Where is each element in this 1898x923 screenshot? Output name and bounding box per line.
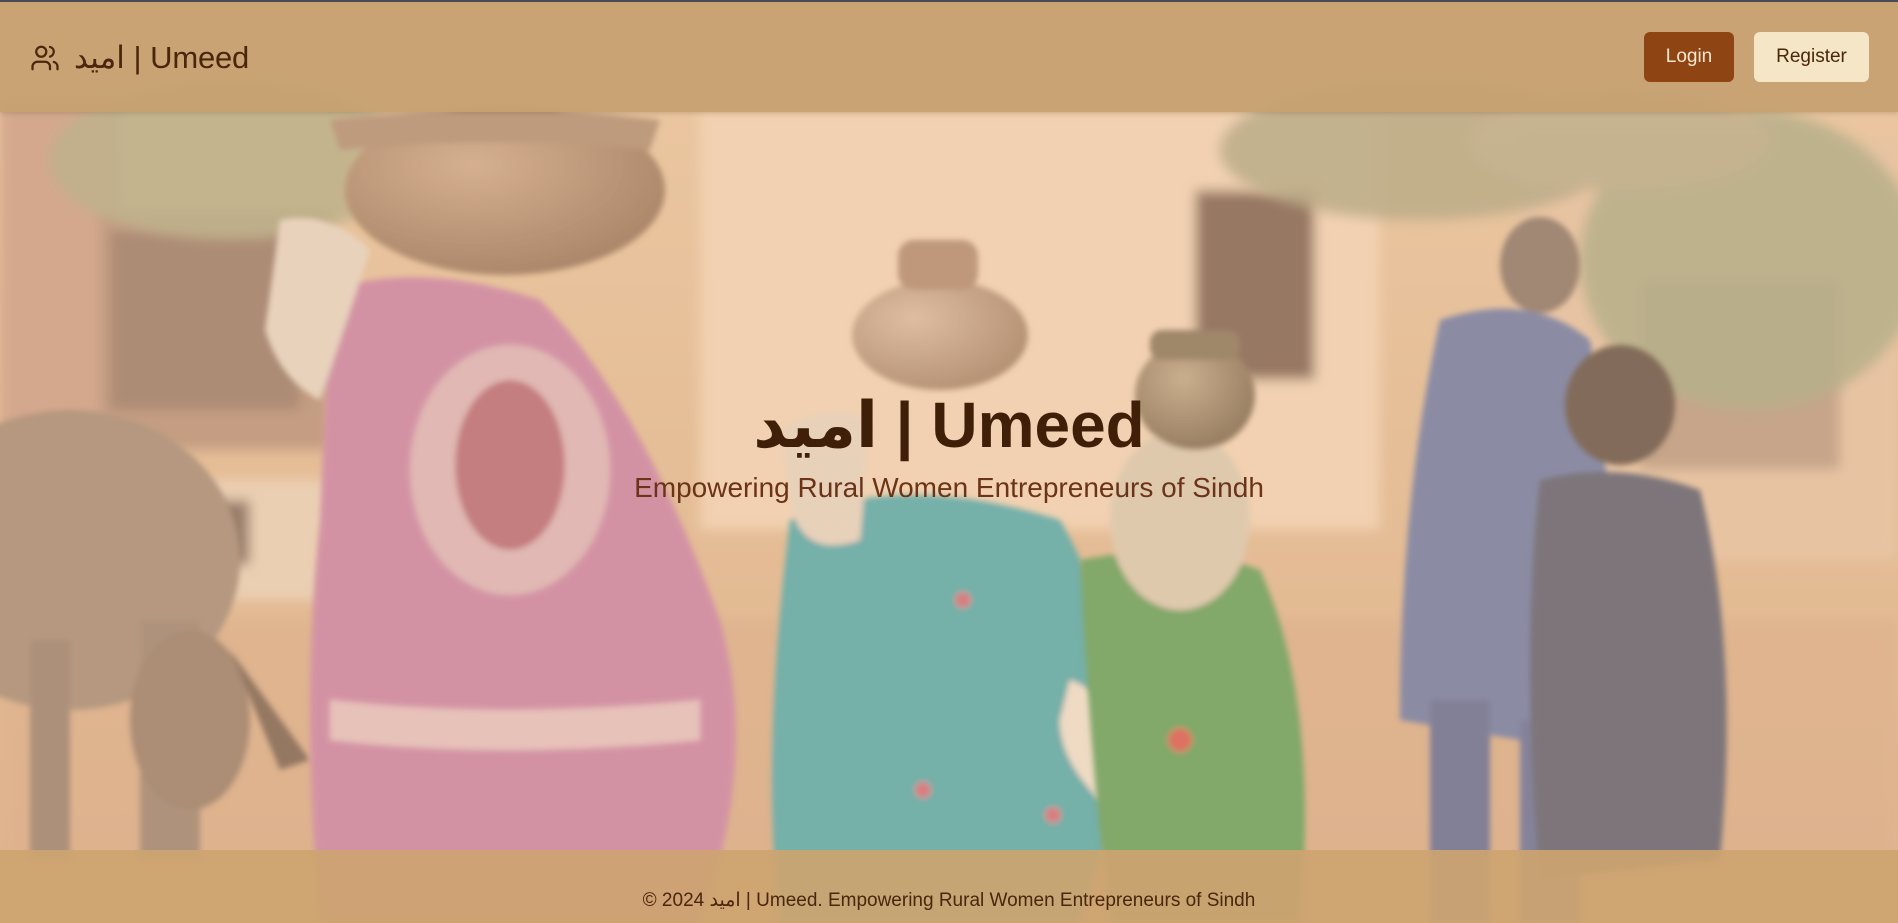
users-icon: [30, 43, 60, 73]
register-button[interactable]: Register: [1754, 32, 1869, 82]
brand-name: امید | Umeed: [74, 40, 250, 75]
hero-title: امید | Umeed: [753, 389, 1145, 461]
top-border: [0, 0, 1898, 2]
hero-section: امید | Umeed Empowering Rural Women Entr…: [0, 112, 1898, 850]
login-button[interactable]: Login: [1644, 32, 1734, 82]
footer-copyright: © 2024 امید | Umeed. Empowering Rural Wo…: [642, 890, 1256, 911]
brand-logo-link[interactable]: امید | Umeed: [30, 38, 249, 78]
site-header: امید | Umeed Login Register: [0, 2, 1898, 112]
hero-subtitle: Empowering Rural Women Entrepreneurs of …: [634, 472, 1264, 503]
site-footer: © 2024 امید | Umeed. Empowering Rural Wo…: [0, 850, 1898, 923]
